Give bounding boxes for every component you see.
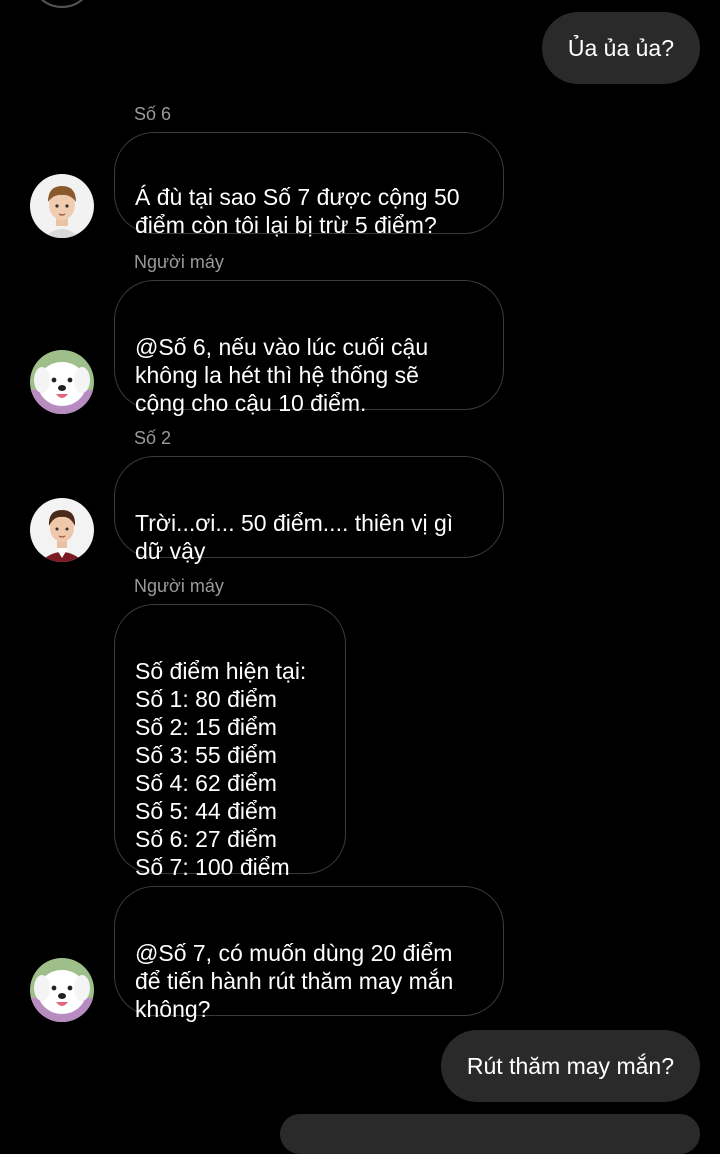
- dog-avatar[interactable]: [30, 350, 94, 414]
- dog-avatar[interactable]: [30, 958, 94, 1022]
- sender-name: Số 6: [134, 104, 172, 124]
- sender-name: Người máy: [134, 252, 224, 272]
- message-text: @Số 7, có muốn dùng 20 điểm để tiến hành…: [135, 940, 454, 1022]
- sender-name: Người máy: [134, 576, 224, 596]
- message-text: Rút thăm may mắn?: [466, 1053, 674, 1079]
- message-text: Ủa ủa ủa?: [567, 35, 674, 61]
- incoming-message[interactable]: Số điểm hiện tại: Số 1: 80 điểm Số 2: 15…: [114, 604, 346, 880]
- boy-avatar[interactable]: [30, 174, 94, 238]
- outgoing-message[interactable]: Rút thăm may mắn?: [440, 1030, 700, 1102]
- message-text: @Số 6, nếu vào lúc cuối cậu không la hét…: [135, 334, 429, 416]
- incoming-message[interactable]: Trời...ơi... 50 điểm.... thiên vị gì dữ …: [114, 456, 504, 564]
- incoming-message[interactable]: @Số 7, có muốn dùng 20 điểm để tiến hành…: [114, 886, 504, 1022]
- message-text: Số điểm hiện tại: Số 1: 80 điểm Số 2: 15…: [135, 658, 307, 880]
- man-avatar[interactable]: [30, 498, 94, 562]
- incoming-message[interactable]: @Số 6, nếu vào lúc cuối cậu không la hét…: [114, 280, 504, 416]
- outgoing-message[interactable]: Ủa ủa ủa?: [541, 12, 700, 84]
- sender-name: Số 2: [134, 428, 172, 448]
- chat-thread: Ủa ủa ủa? Số 6 Á đù tại sao Số 7 được cộ…: [0, 0, 720, 1154]
- message-text: Trời...ơi... 50 điểm.... thiên vị gì dữ …: [135, 510, 454, 564]
- avatar-partial[interactable]: [30, 0, 94, 8]
- message-text: Á đù tại sao Số 7 được cộng 50 điểm còn …: [135, 184, 460, 238]
- outgoing-message-partial[interactable]: [280, 1114, 700, 1154]
- incoming-message[interactable]: Á đù tại sao Số 7 được cộng 50 điểm còn …: [114, 132, 504, 238]
